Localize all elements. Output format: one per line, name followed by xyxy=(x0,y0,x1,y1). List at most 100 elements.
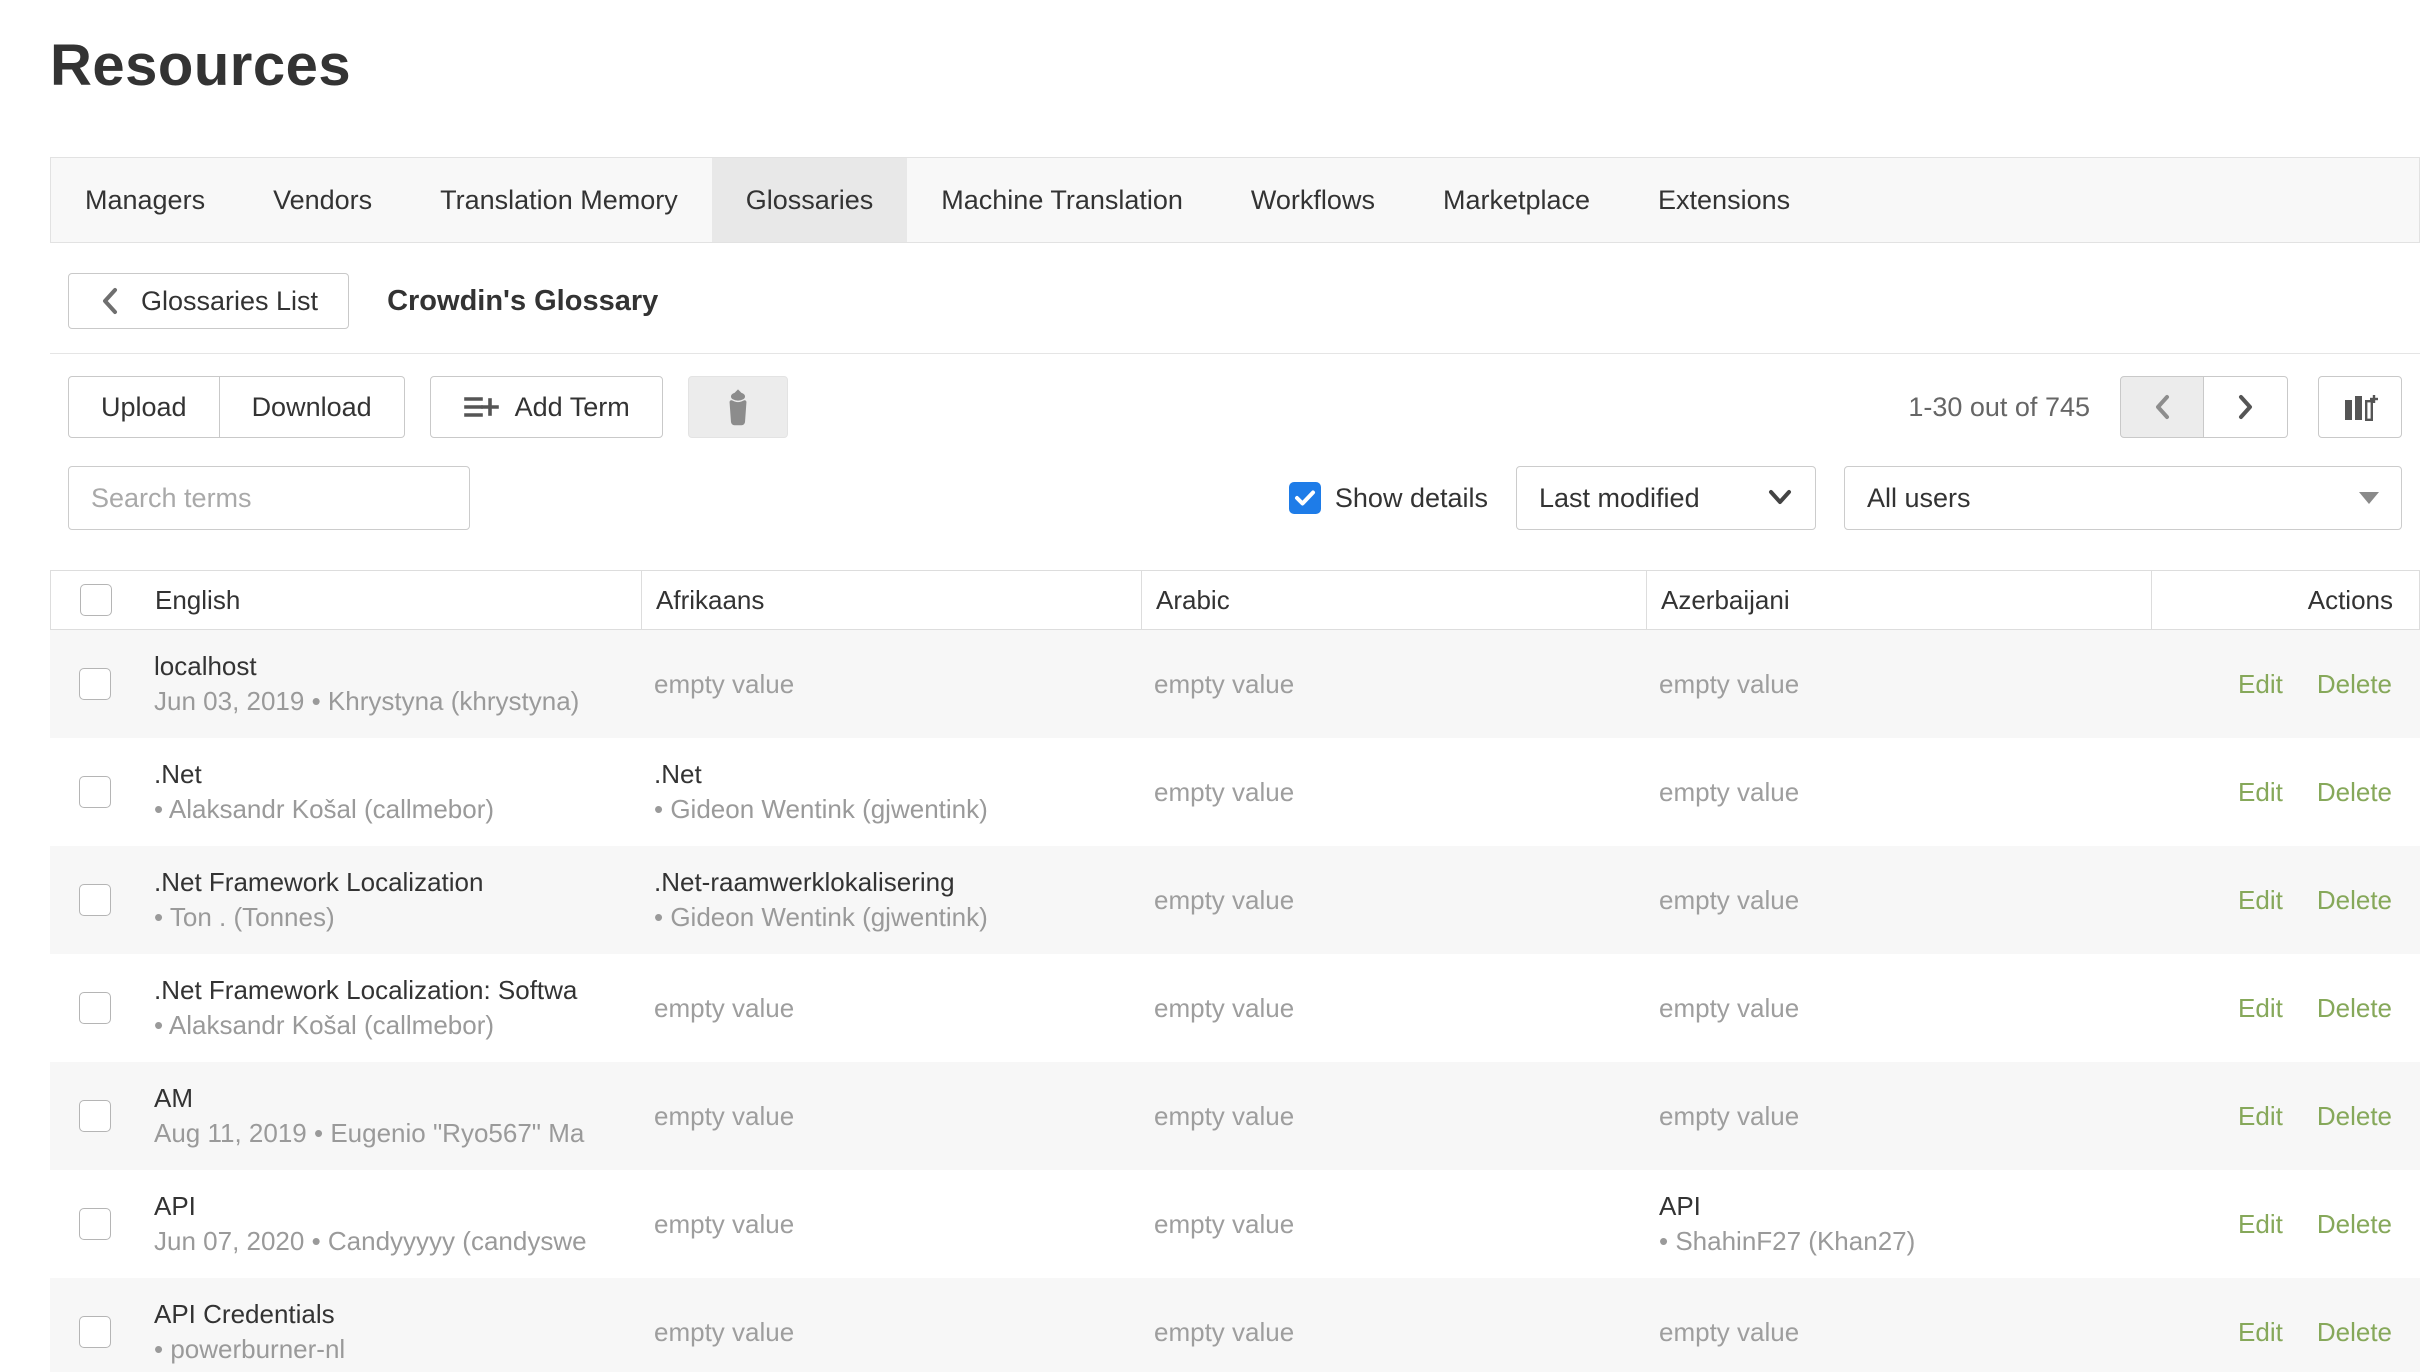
edit-link[interactable]: Edit xyxy=(2238,885,2283,916)
term-cell-afrikaans: empty value xyxy=(640,1209,1140,1240)
select-all-checkbox[interactable] xyxy=(80,584,112,616)
tab-extensions[interactable]: Extensions xyxy=(1624,158,1824,242)
glossaries-list-back-button[interactable]: Glossaries List xyxy=(68,273,349,329)
row-select-cell xyxy=(50,1278,140,1372)
row-select-cell xyxy=(50,738,140,846)
manage-columns-button[interactable] xyxy=(2318,376,2402,438)
term-cell-afrikaans: empty value xyxy=(640,669,1140,700)
empty-value-label: empty value xyxy=(1154,1209,1294,1239)
pagination-range: 1-30 out of 745 xyxy=(1908,392,2090,423)
tab-translation-memory[interactable]: Translation Memory xyxy=(406,158,712,242)
edit-link[interactable]: Edit xyxy=(2238,1101,2283,1132)
term-text: .Net-raamwerklokalisering xyxy=(654,865,1140,900)
edit-link[interactable]: Edit xyxy=(2238,669,2283,700)
term-cell-azerbaijani: empty value xyxy=(1645,1101,2150,1132)
term-text: .Net Framework Localization xyxy=(154,865,640,900)
tab-workflows[interactable]: Workflows xyxy=(1217,158,1409,242)
tab-vendors[interactable]: Vendors xyxy=(239,158,406,242)
table-header: English Afrikaans Arabic Azerbaijani Act… xyxy=(50,570,2420,630)
prev-page-button[interactable] xyxy=(2120,376,2204,438)
download-button[interactable]: Download xyxy=(220,376,405,438)
term-meta: • Gideon Wentink (gjwentink) xyxy=(654,900,1140,935)
empty-value-label: empty value xyxy=(1659,669,1799,699)
delete-selected-button[interactable] xyxy=(688,376,788,438)
edit-link[interactable]: Edit xyxy=(2238,1209,2283,1240)
search-terms-input[interactable] xyxy=(68,466,470,530)
checkmark-icon xyxy=(1294,489,1316,507)
empty-value-label: empty value xyxy=(1154,1101,1294,1131)
term-text: localhost xyxy=(154,649,640,684)
column-header-english[interactable]: English xyxy=(141,571,641,629)
chevron-right-icon xyxy=(2235,392,2257,422)
filters-right: Show details Last modified All users xyxy=(1289,466,2402,530)
empty-value-label: empty value xyxy=(1659,885,1799,915)
term-cell-english: .Net• Alaksandr Košal (callmebor) xyxy=(140,757,640,827)
delete-link[interactable]: Delete xyxy=(2317,777,2392,808)
next-page-button[interactable] xyxy=(2204,376,2288,438)
term-text: .Net xyxy=(654,757,1140,792)
term-cell-azerbaijani: empty value xyxy=(1645,777,2150,808)
edit-link[interactable]: Edit xyxy=(2238,777,2283,808)
row-checkbox[interactable] xyxy=(79,1316,111,1348)
term-cell-afrikaans: empty value xyxy=(640,993,1140,1024)
table-row: .Net Framework Localization• Ton . (Tonn… xyxy=(50,846,2420,954)
row-checkbox[interactable] xyxy=(79,1100,111,1132)
tab-marketplace[interactable]: Marketplace xyxy=(1409,158,1624,242)
empty-value-label: empty value xyxy=(654,993,794,1023)
term-cell-arabic: empty value xyxy=(1140,885,1645,916)
row-select-cell xyxy=(50,954,140,1062)
edit-link[interactable]: Edit xyxy=(2238,1317,2283,1348)
term-meta: • Ton . (Tonnes) xyxy=(154,900,640,935)
page-title: Resources xyxy=(50,0,2420,99)
empty-value-label: empty value xyxy=(1154,993,1294,1023)
delete-link[interactable]: Delete xyxy=(2317,1209,2392,1240)
toolbar: Upload Download Add Term xyxy=(68,376,2402,438)
row-checkbox[interactable] xyxy=(79,1208,111,1240)
row-checkbox[interactable] xyxy=(79,884,111,916)
resources-tabs: Managers Vendors Translation Memory Glos… xyxy=(50,157,2420,243)
show-details-toggle[interactable]: Show details xyxy=(1289,482,1488,514)
row-select-cell xyxy=(50,1170,140,1278)
column-header-afrikaans[interactable]: Afrikaans xyxy=(641,571,1141,629)
table-row: AMAug 11, 2019 • Eugenio "Ryo567" Ma empt… xyxy=(50,1062,2420,1170)
row-select-cell xyxy=(50,846,140,954)
add-term-icon xyxy=(463,393,499,421)
term-text: API xyxy=(1659,1189,2150,1224)
upload-button[interactable]: Upload xyxy=(68,376,220,438)
users-filter-select[interactable]: All users xyxy=(1844,466,2402,530)
add-term-button[interactable]: Add Term xyxy=(430,376,663,438)
column-header-arabic[interactable]: Arabic xyxy=(1141,571,1646,629)
term-meta: • Alaksandr Košal (callmebor) xyxy=(154,1008,640,1043)
row-actions: Edit Delete xyxy=(2150,669,2420,700)
glossary-page: Resources Managers Vendors Translation M… xyxy=(0,0,2435,1372)
tab-glossaries[interactable]: Glossaries xyxy=(712,158,908,242)
empty-value-label: empty value xyxy=(1154,885,1294,915)
delete-link[interactable]: Delete xyxy=(2317,1317,2392,1348)
trash-icon xyxy=(721,388,755,426)
term-text: API xyxy=(154,1189,640,1224)
tab-machine-translation[interactable]: Machine Translation xyxy=(907,158,1217,242)
add-term-label: Add Term xyxy=(515,392,630,423)
table-row: localhostJun 03, 2019 • Khrystyna (khrys… xyxy=(50,630,2420,738)
row-select-cell xyxy=(50,630,140,738)
tab-managers[interactable]: Managers xyxy=(51,158,239,242)
delete-link[interactable]: Delete xyxy=(2317,993,2392,1024)
sort-select[interactable]: Last modified xyxy=(1516,466,1816,530)
chevron-down-icon xyxy=(1767,489,1793,507)
term-cell-azerbaijani: API• ShahinF27 (Khan27) xyxy=(1645,1189,2150,1259)
row-checkbox[interactable] xyxy=(79,992,111,1024)
select-all-cell xyxy=(51,571,141,629)
term-cell-arabic: empty value xyxy=(1140,993,1645,1024)
term-text: AM xyxy=(154,1081,640,1116)
table-row: .Net• Alaksandr Košal (callmebor).Net• G… xyxy=(50,738,2420,846)
delete-link[interactable]: Delete xyxy=(2317,885,2392,916)
term-meta: Aug 11, 2019 • Eugenio "Ryo567" Ma xyxy=(154,1116,640,1151)
delete-link[interactable]: Delete xyxy=(2317,669,2392,700)
column-header-azerbaijani[interactable]: Azerbaijani xyxy=(1646,571,2151,629)
edit-link[interactable]: Edit xyxy=(2238,993,2283,1024)
delete-link[interactable]: Delete xyxy=(2317,1101,2392,1132)
row-checkbox[interactable] xyxy=(79,668,111,700)
row-checkbox[interactable] xyxy=(79,776,111,808)
glossary-table: English Afrikaans Arabic Azerbaijani Act… xyxy=(50,570,2420,1372)
show-details-checkbox[interactable] xyxy=(1289,482,1321,514)
